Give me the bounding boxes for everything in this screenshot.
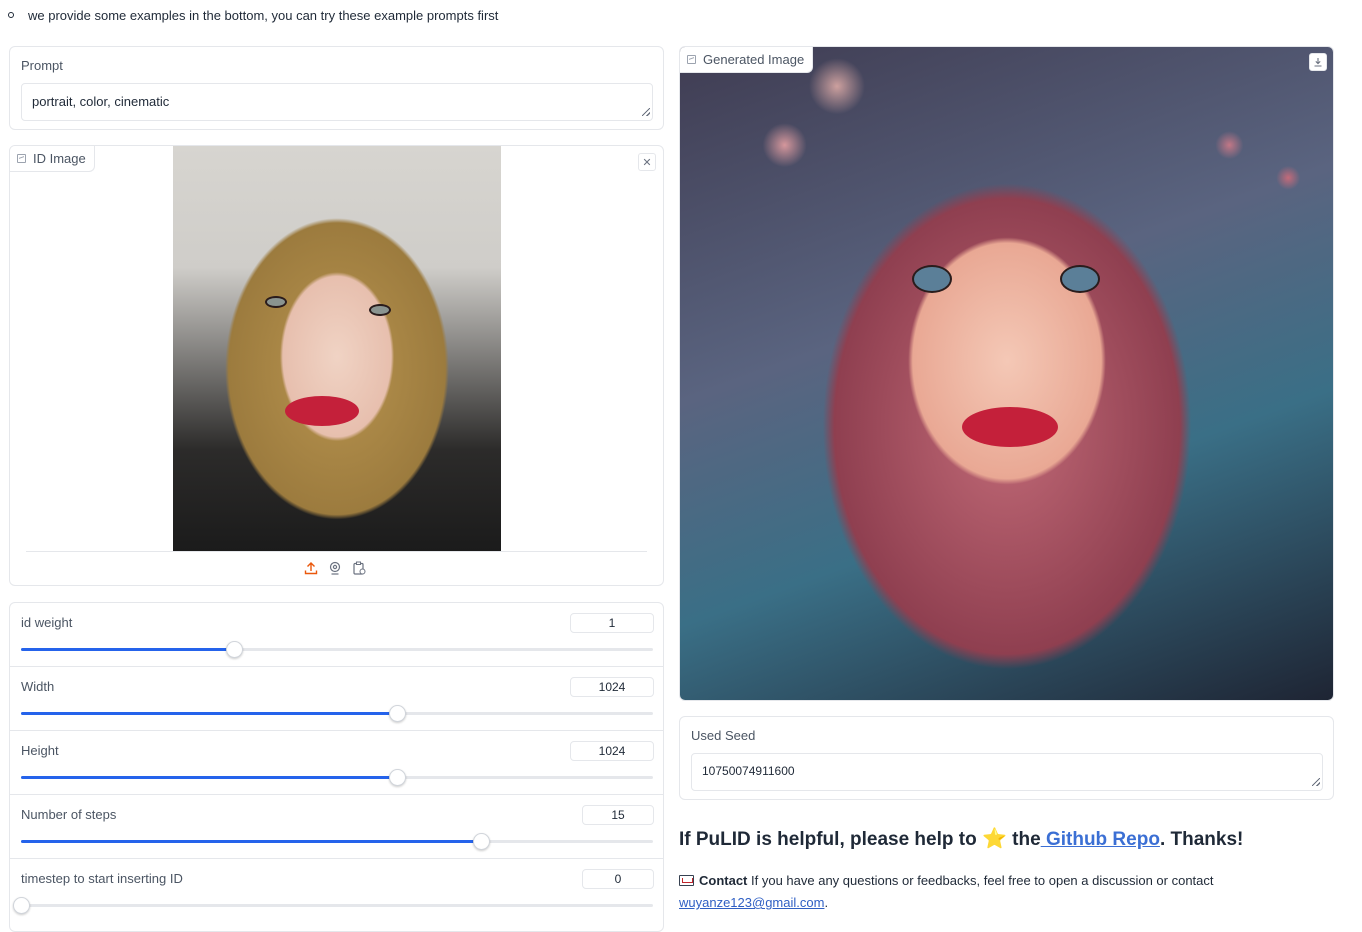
mail-icon bbox=[679, 875, 694, 886]
seed-panel: Used Seed 10750074911600 bbox=[679, 716, 1334, 800]
id-eye-left bbox=[265, 296, 287, 308]
id-image-divider bbox=[26, 551, 647, 552]
email-link[interactable]: wuyanze123@gmail.com bbox=[679, 895, 824, 910]
resize-handle-icon[interactable] bbox=[1312, 778, 1320, 786]
resize-handle-icon[interactable] bbox=[642, 108, 650, 116]
seed-label: Used Seed bbox=[691, 728, 756, 743]
help-mid: the bbox=[1012, 829, 1041, 850]
github-repo-link[interactable]: Github Repo bbox=[1041, 829, 1160, 850]
slider-track[interactable] bbox=[21, 641, 653, 658]
image-icon bbox=[687, 55, 696, 64]
close-icon[interactable]: ✕ bbox=[638, 153, 656, 171]
star-icon: ⭐ bbox=[981, 828, 1007, 850]
slider-label: Width bbox=[21, 679, 55, 694]
slider-start-timestep: timestep to start inserting ID 0 bbox=[10, 859, 663, 923]
slider-thumb[interactable] bbox=[389, 705, 407, 722]
slider-thumb[interactable] bbox=[13, 897, 30, 914]
id-image-photo bbox=[173, 146, 501, 551]
id-eye-right bbox=[369, 304, 391, 316]
gen-eye-right bbox=[1060, 265, 1100, 293]
slider-fill bbox=[21, 648, 234, 651]
slider-track[interactable] bbox=[21, 769, 653, 786]
seed-output[interactable]: 10750074911600 bbox=[691, 753, 1323, 791]
contact-period: . bbox=[824, 895, 829, 910]
contact-block: Contact If you have any questions or fee… bbox=[679, 870, 1299, 914]
upload-icon[interactable] bbox=[304, 561, 318, 575]
slider-track[interactable] bbox=[21, 705, 653, 722]
generated-image-panel: Generated Image bbox=[679, 46, 1334, 701]
prompt-input[interactable]: portrait, color, cinematic bbox=[21, 83, 653, 121]
slider-steps: Number of steps 15 bbox=[10, 795, 663, 859]
generated-image-photo bbox=[680, 47, 1333, 700]
generated-image-label: Generated Image bbox=[703, 52, 805, 67]
bullet-icon bbox=[8, 12, 14, 18]
slider-number-input[interactable]: 0 bbox=[582, 869, 654, 889]
notice-line: we provide some examples in the bottom, … bbox=[8, 4, 498, 26]
clipboard-icon[interactable] bbox=[352, 561, 366, 575]
slider-id-weight: id weight 1 bbox=[10, 603, 663, 667]
slider-label: timestep to start inserting ID bbox=[21, 871, 183, 886]
gen-eye-left bbox=[912, 265, 952, 293]
help-suffix: . Thanks! bbox=[1159, 829, 1244, 850]
slider-label: Height bbox=[21, 743, 59, 758]
image-icon bbox=[17, 154, 26, 163]
id-image-panel: ID Image ✕ bbox=[9, 145, 664, 586]
gen-lips bbox=[962, 407, 1058, 447]
download-icon[interactable] bbox=[1309, 53, 1327, 71]
slider-fill bbox=[21, 776, 398, 779]
slider-thumb[interactable] bbox=[225, 641, 243, 658]
id-image-chip: ID Image bbox=[10, 146, 95, 172]
slider-number-input[interactable]: 1024 bbox=[570, 741, 654, 761]
contact-text: If you have any questions or feedbacks, … bbox=[747, 873, 1214, 888]
id-lips bbox=[285, 396, 359, 426]
prompt-label: Prompt bbox=[21, 58, 63, 73]
generated-image-chip: Generated Image bbox=[680, 47, 814, 73]
slider-number-input[interactable]: 1024 bbox=[570, 677, 654, 697]
slider-track[interactable] bbox=[13, 897, 653, 914]
slider-label: Number of steps bbox=[21, 807, 117, 822]
sliders-panel: id weight 1 Width 1024 Height 1024 Numbe… bbox=[9, 602, 664, 932]
webcam-icon[interactable] bbox=[328, 561, 342, 575]
notice-text: we provide some examples in the bottom, … bbox=[28, 7, 499, 23]
slider-number-input[interactable]: 1 bbox=[570, 613, 654, 633]
prompt-panel: Prompt portrait, color, cinematic bbox=[9, 46, 664, 130]
slider-thumb[interactable] bbox=[473, 833, 491, 850]
help-prefix: If PuLID is helpful, please help to bbox=[679, 829, 977, 850]
slider-fill bbox=[21, 840, 482, 843]
contact-label: Contact bbox=[699, 873, 748, 888]
slider-thumb[interactable] bbox=[389, 769, 407, 786]
help-line: If PuLID is helpful, please help to ⭐ th… bbox=[679, 826, 1243, 851]
slider-label: id weight bbox=[21, 615, 73, 630]
slider-track[interactable] bbox=[21, 833, 653, 850]
id-image-label: ID Image bbox=[33, 151, 86, 166]
source-toolbar bbox=[304, 561, 366, 575]
slider-fill bbox=[21, 712, 398, 715]
slider-width: Width 1024 bbox=[10, 667, 663, 731]
slider-number-input[interactable]: 15 bbox=[582, 805, 654, 825]
slider-height: Height 1024 bbox=[10, 731, 663, 795]
